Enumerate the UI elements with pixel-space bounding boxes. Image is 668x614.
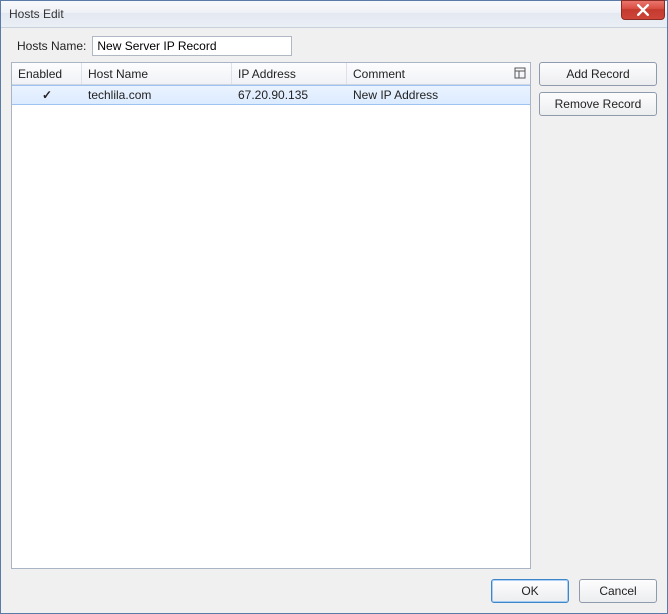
window-title: Hosts Edit xyxy=(9,7,64,21)
column-header-ip[interactable]: IP Address xyxy=(232,63,347,84)
hosts-name-input[interactable] xyxy=(92,36,292,56)
cancel-button[interactable]: Cancel xyxy=(579,579,657,603)
titlebar: Hosts Edit xyxy=(1,1,667,28)
table-row[interactable]: ✓ techlila.com 67.20.90.135 New IP Addre… xyxy=(12,85,530,105)
hosts-edit-dialog: Hosts Edit Hosts Name: Enabled Host Name… xyxy=(0,0,668,614)
dialog-footer: OK Cancel xyxy=(11,569,657,603)
hosts-name-label: Hosts Name: xyxy=(17,39,86,53)
column-chooser-icon xyxy=(514,67,526,79)
hosts-name-row: Hosts Name: xyxy=(11,36,657,56)
ok-button[interactable]: OK xyxy=(491,579,569,603)
cell-ip: 67.20.90.135 xyxy=(232,88,347,102)
column-header-comment[interactable]: Comment xyxy=(347,63,530,84)
dialog-content: Hosts Name: Enabled Host Name IP Address… xyxy=(1,28,667,613)
add-record-button[interactable]: Add Record xyxy=(539,62,657,86)
column-chooser-button[interactable] xyxy=(512,65,528,81)
cell-comment: New IP Address xyxy=(347,88,530,102)
column-header-host[interactable]: Host Name xyxy=(82,63,232,84)
cell-enabled: ✓ xyxy=(12,88,82,102)
close-button[interactable] xyxy=(621,0,665,20)
hosts-table: Enabled Host Name IP Address Comment xyxy=(11,62,531,569)
side-buttons: Add Record Remove Record xyxy=(539,62,657,569)
table-header: Enabled Host Name IP Address Comment xyxy=(12,63,530,85)
cell-host: techlila.com xyxy=(82,88,232,102)
mid-area: Enabled Host Name IP Address Comment xyxy=(11,62,657,569)
check-icon: ✓ xyxy=(42,88,52,102)
remove-record-button[interactable]: Remove Record xyxy=(539,92,657,116)
close-icon xyxy=(637,4,649,16)
table-body: ✓ techlila.com 67.20.90.135 New IP Addre… xyxy=(12,85,530,568)
column-header-enabled[interactable]: Enabled xyxy=(12,63,82,84)
